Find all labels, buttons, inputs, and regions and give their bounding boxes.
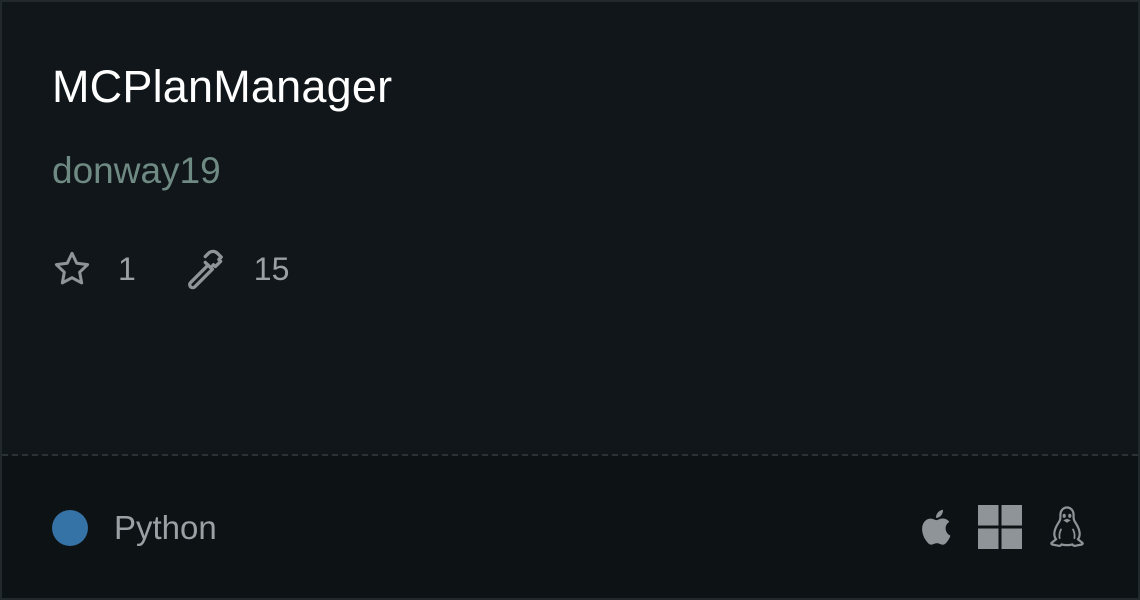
apple-icon [922, 509, 951, 545]
platform-icons [916, 504, 1086, 550]
card-body: MCPlanManager donway19 1 15 [2, 2, 1138, 454]
stars-count: 1 [118, 250, 136, 287]
language-color-dot [52, 510, 88, 546]
hammer-icon [187, 249, 223, 290]
star-icon [54, 251, 90, 285]
language: Python [52, 506, 217, 550]
repo-title[interactable]: MCPlanManager [52, 60, 392, 114]
card-footer: Python [2, 456, 1138, 598]
repo-stats: 1 15 [52, 246, 289, 292]
builds-stat: 15 [184, 247, 290, 291]
stars-stat: 1 [52, 249, 136, 289]
language-name: Python [114, 509, 217, 546]
builds-count: 15 [253, 250, 290, 287]
linux-icon [1050, 506, 1084, 547]
windows-icon [978, 505, 1022, 549]
repo-card[interactable]: MCPlanManager donway19 1 15 Python [0, 0, 1140, 600]
repo-owner[interactable]: donway19 [52, 148, 221, 194]
